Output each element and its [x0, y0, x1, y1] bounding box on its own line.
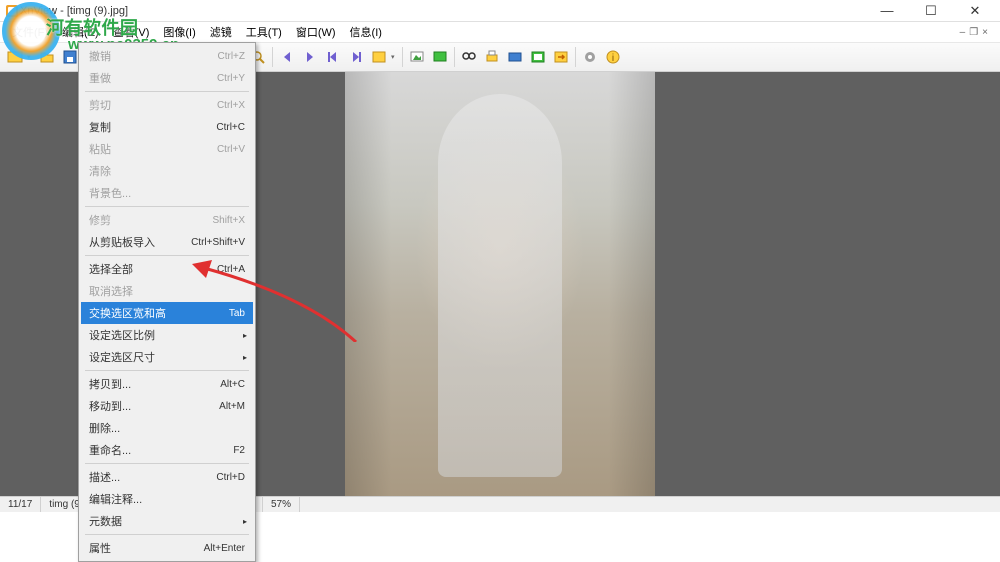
menu-item-18[interactable]: 拷贝到...Alt+C	[81, 373, 253, 395]
menu-item-23[interactable]: 描述...Ctrl+D	[81, 466, 253, 488]
menu-item-9: 修剪Shift+X	[81, 209, 253, 231]
status-index: 11/17	[0, 497, 41, 512]
menu-info[interactable]: 信息(I)	[344, 22, 388, 42]
menu-item-0: 撤销Ctrl+Z	[81, 45, 253, 67]
menu-item-15[interactable]: 设定选区比例▸	[81, 324, 253, 346]
chevron-right-icon: ▸	[243, 353, 247, 362]
menu-item-shortcut: Ctrl+Z	[218, 51, 246, 62]
menu-item-shortcut: Ctrl+V	[217, 144, 245, 155]
menu-item-3: 剪切Ctrl+X	[81, 94, 253, 116]
menu-item-label: 粘贴	[89, 141, 217, 157]
menu-separator	[85, 534, 249, 535]
menu-item-shortcut: Alt+Enter	[204, 543, 245, 554]
fullscreen-dropdown[interactable]: ▾	[391, 53, 399, 61]
menu-item-5: 粘贴Ctrl+V	[81, 138, 253, 160]
status-zoom: 57%	[263, 497, 300, 512]
menu-item-label: 撤销	[89, 48, 218, 64]
menu-item-14[interactable]: 交换选区宽和高Tab	[81, 302, 253, 324]
menu-separator	[85, 370, 249, 371]
menu-item-label: 编辑注释...	[89, 491, 245, 507]
displayed-image	[345, 72, 655, 496]
menu-item-7: 背景色...	[81, 182, 253, 204]
print-icon[interactable]	[481, 46, 503, 68]
menu-item-25[interactable]: 元数据▸	[81, 510, 253, 532]
menu-separator	[85, 206, 249, 207]
next-icon[interactable]	[299, 46, 321, 68]
menu-item-10[interactable]: 从剪贴板导入Ctrl+Shift+V	[81, 231, 253, 253]
first-icon[interactable]	[322, 46, 344, 68]
convert-icon[interactable]	[550, 46, 572, 68]
menu-item-16[interactable]: 设定选区尺寸▸	[81, 346, 253, 368]
menu-item-label: 交换选区宽和高	[89, 305, 229, 321]
menu-item-shortcut: Ctrl+X	[217, 100, 245, 111]
last-icon[interactable]	[345, 46, 367, 68]
menu-filter[interactable]: 滤镜	[204, 22, 238, 42]
menu-item-20[interactable]: 删除...	[81, 417, 253, 439]
menu-item-shortcut: Shift+X	[212, 215, 245, 226]
chevron-right-icon: ▸	[243, 331, 247, 340]
capture-icon[interactable]	[527, 46, 549, 68]
settings-icon[interactable]	[579, 46, 601, 68]
find-icon[interactable]	[458, 46, 480, 68]
menu-item-label: 设定选区尺寸	[89, 349, 245, 365]
menu-item-shortcut: Ctrl+C	[216, 122, 245, 133]
menu-item-label: 取消选择	[89, 283, 245, 299]
menu-item-label: 剪切	[89, 97, 217, 113]
mdi-close-button[interactable]: ×	[982, 27, 988, 38]
menu-item-label: 移动到...	[89, 398, 219, 414]
menu-item-label: 属性	[89, 540, 204, 556]
title-bar: XnView - [timg (9).jpg] — ☐ ✕	[0, 0, 1000, 22]
close-button[interactable]: ✕	[962, 3, 988, 19]
menu-item-27[interactable]: 属性Alt+Enter	[81, 537, 253, 559]
maximize-button[interactable]: ☐	[918, 3, 944, 19]
menu-item-label: 选择全部	[89, 261, 217, 277]
menu-item-label: 重做	[89, 70, 217, 86]
menu-item-label: 描述...	[89, 469, 216, 485]
menu-item-label: 从剪贴板导入	[89, 234, 191, 250]
menu-item-shortcut: Tab	[229, 308, 245, 319]
slideshow-icon[interactable]	[406, 46, 428, 68]
menu-window[interactable]: 窗口(W)	[290, 22, 342, 42]
mdi-minimize-button[interactable]: –	[960, 27, 966, 38]
menu-separator	[85, 463, 249, 464]
edit-context-menu: 撤销Ctrl+Z重做Ctrl+Y剪切Ctrl+X复制Ctrl+C粘贴Ctrl+V…	[78, 42, 256, 562]
menu-item-label: 拷贝到...	[89, 376, 220, 392]
menu-item-21[interactable]: 重命名...F2	[81, 439, 253, 461]
menu-item-shortcut: Ctrl+A	[217, 264, 245, 275]
window-title: XnView - [timg (9).jpg]	[20, 5, 874, 17]
menu-separator	[85, 91, 249, 92]
menu-item-24[interactable]: 编辑注释...	[81, 488, 253, 510]
about-icon[interactable]: i	[602, 46, 624, 68]
scan-icon[interactable]	[504, 46, 526, 68]
menu-item-label: 重命名...	[89, 442, 233, 458]
menu-item-13: 取消选择	[81, 280, 253, 302]
menu-item-6: 清除	[81, 160, 253, 182]
menu-item-shortcut: Ctrl+Y	[217, 73, 245, 84]
slideshow-new-icon[interactable]	[429, 46, 451, 68]
menu-item-19[interactable]: 移动到...Alt+M	[81, 395, 253, 417]
menu-item-label: 元数据	[89, 513, 245, 529]
menu-item-label: 背景色...	[89, 185, 245, 201]
menu-item-shortcut: Alt+M	[219, 401, 245, 412]
minimize-button[interactable]: —	[874, 3, 900, 19]
svg-text:i: i	[612, 53, 614, 64]
menu-item-shortcut: Ctrl+D	[216, 472, 245, 483]
menu-separator	[85, 255, 249, 256]
menu-item-shortcut: Alt+C	[220, 379, 245, 390]
menu-item-label: 复制	[89, 119, 216, 135]
menu-item-shortcut: Ctrl+Shift+V	[191, 237, 245, 248]
menu-item-label: 设定选区比例	[89, 327, 245, 343]
menu-item-1: 重做Ctrl+Y	[81, 67, 253, 89]
menu-tools[interactable]: 工具(T)	[240, 22, 288, 42]
chevron-right-icon: ▸	[243, 517, 247, 526]
mdi-restore-button[interactable]: ❐	[969, 27, 978, 38]
menu-item-label: 删除...	[89, 420, 245, 436]
menu-item-label: 清除	[89, 163, 245, 179]
menu-item-4[interactable]: 复制Ctrl+C	[81, 116, 253, 138]
prev-icon[interactable]	[276, 46, 298, 68]
menu-item-label: 修剪	[89, 212, 212, 228]
fullscreen-icon[interactable]	[368, 46, 390, 68]
menu-item-12[interactable]: 选择全部Ctrl+A	[81, 258, 253, 280]
menu-item-shortcut: F2	[233, 445, 245, 456]
